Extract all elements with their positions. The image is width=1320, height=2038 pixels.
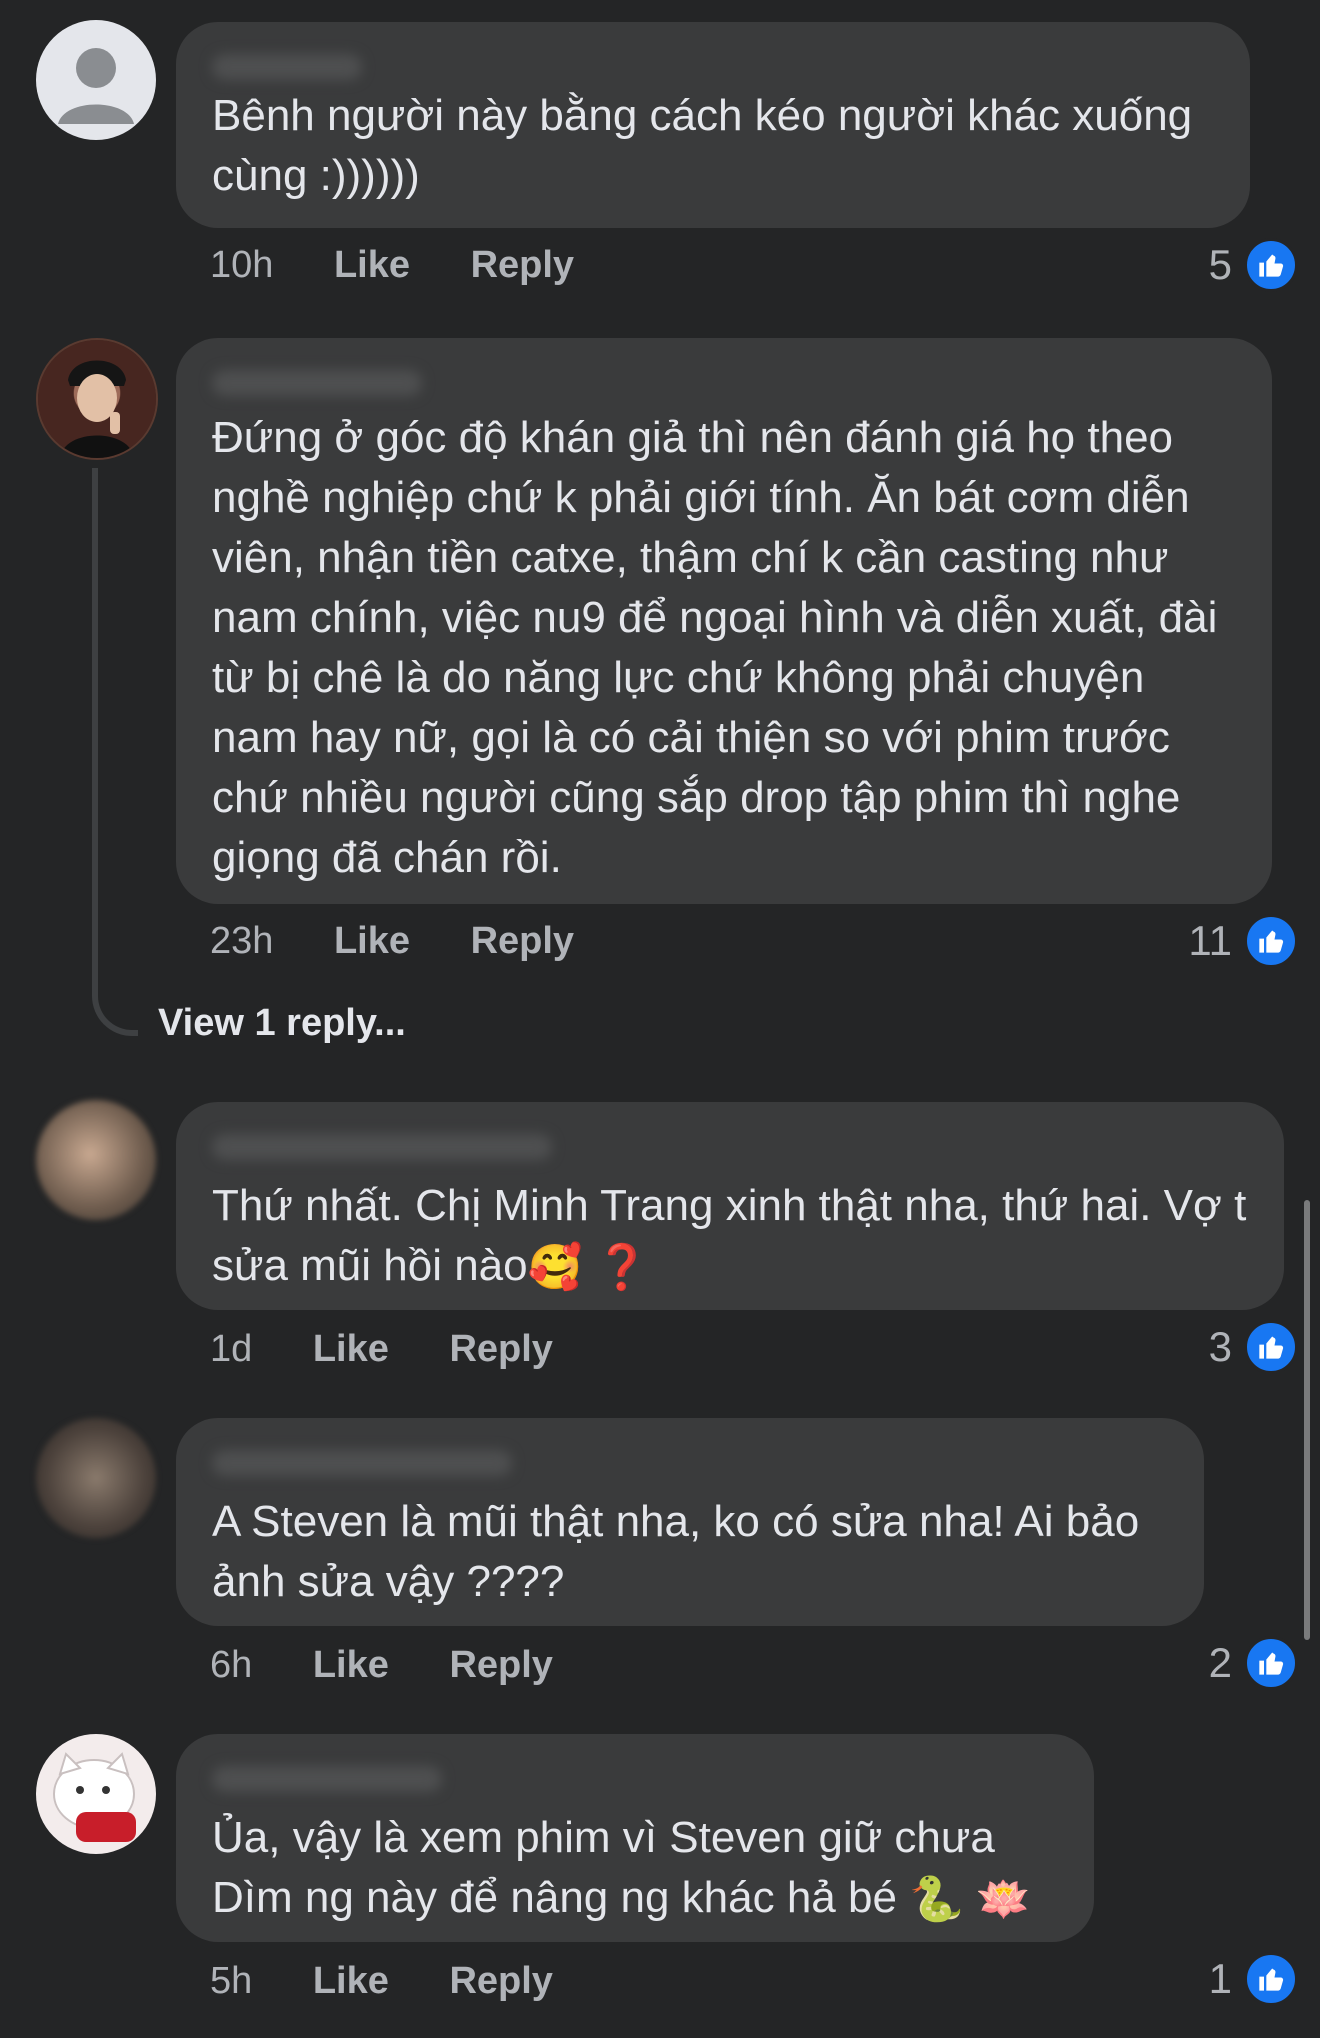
author-name-blurred[interactable] [212, 370, 422, 396]
comment-bubble: Đứng ở góc độ khán giả thì nên đánh giá … [176, 338, 1272, 904]
author-name-blurred[interactable] [212, 1766, 442, 1792]
like-count: 5 [1208, 241, 1232, 288]
thumbs-up-icon [1244, 238, 1298, 292]
comment-text: Ủa, vậy là xem phim vì Steven giữ chưa D… [212, 1808, 1064, 1930]
like-button[interactable]: Like [334, 920, 410, 962]
thumbs-up-icon [1244, 914, 1298, 968]
blurred-avatar[interactable] [36, 1100, 156, 1220]
comment-text: Thứ nhất. Chị Minh Trang xinh thật nha, … [212, 1176, 1254, 1298]
like-count: 1 [1208, 1955, 1232, 2002]
like-button[interactable]: Like [313, 1644, 389, 1686]
comment-text: Đứng ở góc độ khán giả thì nên đánh giá … [212, 413, 1230, 882]
like-count: 2 [1208, 1639, 1232, 1686]
thumbs-up-icon [1244, 1952, 1298, 2006]
user-photo-avatar[interactable] [36, 338, 158, 460]
author-name-blurred[interactable] [212, 1450, 512, 1476]
comment-actions: 1d Like Reply [210, 1328, 603, 1371]
thumbs-up-icon [1244, 1636, 1298, 1690]
comment-time[interactable]: 5h [210, 1960, 252, 2002]
comment-actions: 6h Like Reply [210, 1644, 603, 1687]
comment-text-main: Thứ nhất. Chị Minh Trang xinh thật nha, … [212, 1181, 1259, 1290]
comment-actions: 10h Like Reply [210, 244, 624, 287]
comment-time[interactable]: 6h [210, 1644, 252, 1686]
reply-button[interactable]: Reply [471, 244, 574, 286]
comment-time[interactable]: 1d [210, 1328, 252, 1370]
comment-bubble: Ủa, vậy là xem phim vì Steven giữ chưa D… [176, 1734, 1094, 1942]
reaction-summary[interactable]: 5 [1208, 238, 1298, 292]
like-button[interactable]: Like [334, 244, 410, 286]
comment-text: A Steven là mũi thật nha, ko có sửa nha!… [212, 1497, 1152, 1606]
comment-bubble: Bênh người này bằng cách kéo người khác … [176, 22, 1250, 228]
comment-time[interactable]: 10h [210, 244, 273, 286]
like-count: 11 [1188, 917, 1232, 964]
reaction-summary[interactable]: 1 [1208, 1952, 1298, 2006]
comment-text-main: Ủa, vậy là xem phim vì Steven giữ chưa D… [212, 1813, 995, 1922]
reply-button[interactable]: Reply [449, 1328, 552, 1370]
author-name-blurred[interactable] [212, 1134, 552, 1160]
comment-text: Bênh người này bằng cách kéo người khác … [212, 91, 1205, 200]
reply-button[interactable]: Reply [449, 1644, 552, 1686]
default-avatar-icon[interactable] [36, 20, 156, 140]
reaction-summary[interactable]: 11 [1188, 914, 1298, 968]
blurred-avatar[interactable] [36, 1418, 156, 1538]
view-replies-link[interactable]: View 1 reply... [158, 1002, 406, 1045]
comment-actions: 5h Like Reply [210, 1960, 603, 2003]
comment-actions: 23h Like Reply [210, 920, 624, 963]
author-name-blurred[interactable] [212, 54, 362, 80]
scrollbar[interactable] [1304, 1200, 1310, 1640]
comment-time[interactable]: 23h [210, 920, 273, 962]
emoji-icons: 🥰 ❓ [527, 1243, 650, 1293]
like-button[interactable]: Like [313, 1328, 389, 1370]
reply-button[interactable]: Reply [471, 920, 574, 962]
reaction-summary[interactable]: 3 [1208, 1320, 1298, 1374]
comment-bubble: Thứ nhất. Chị Minh Trang xinh thật nha, … [176, 1102, 1284, 1310]
comment-bubble: A Steven là mũi thật nha, ko có sửa nha!… [176, 1418, 1204, 1626]
thumbs-up-icon [1244, 1320, 1298, 1374]
reaction-summary[interactable]: 2 [1208, 1636, 1298, 1690]
like-count: 3 [1208, 1323, 1232, 1370]
emoji-icons: 🐍 🪷 [909, 1875, 1031, 1925]
reply-button[interactable]: Reply [449, 1960, 552, 2002]
like-button[interactable]: Like [313, 1960, 389, 2002]
cartoon-cat-avatar[interactable] [36, 1734, 156, 1854]
reply-thread-line [92, 468, 138, 1036]
